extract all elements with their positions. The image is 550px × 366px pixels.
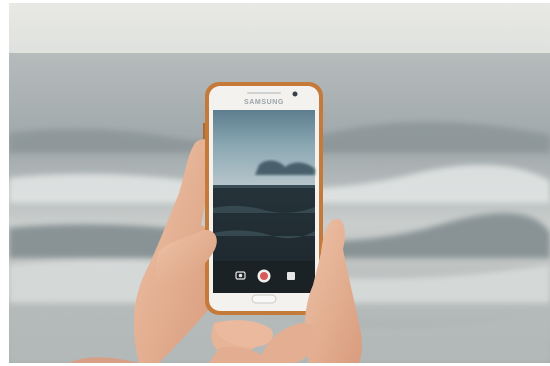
screen-sky [213, 110, 315, 187]
volume-button [203, 123, 205, 139]
home-button[interactable] [251, 294, 277, 304]
earpiece [247, 92, 281, 94]
photo: SAMSUNG [9, 3, 550, 363]
front-camera [292, 91, 298, 97]
video-icon[interactable] [287, 272, 295, 280]
phone-screen [213, 110, 315, 293]
phone: SAMSUNG [203, 82, 323, 315]
brand-label: SAMSUNG [244, 99, 284, 106]
shutter-button[interactable] [257, 269, 271, 283]
screen-horizon [213, 185, 315, 188]
sky [9, 3, 550, 55]
